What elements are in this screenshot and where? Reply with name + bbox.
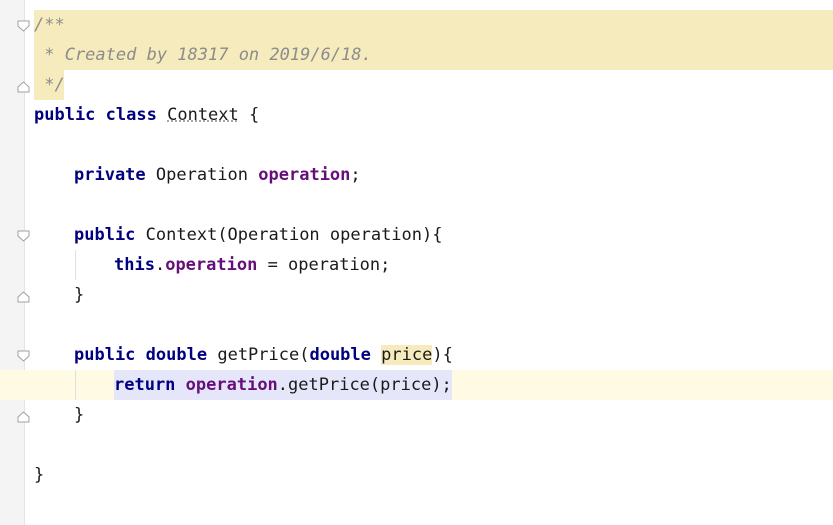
brace-close: } (74, 285, 85, 305)
doc-comment-text: * Created by 18317 on 2019/6/18. (34, 45, 372, 65)
field-reference: operation (185, 375, 278, 395)
code-line[interactable]: this.operation = operation; (0, 250, 833, 280)
semicolon: ; (350, 165, 361, 185)
code-line[interactable]: */ (0, 70, 833, 100)
param-name: price (381, 345, 433, 365)
brace-open: { (238, 105, 260, 125)
class-name: Context (167, 105, 239, 125)
param-type: double (309, 345, 371, 365)
keyword-double: double (145, 345, 208, 365)
code-line[interactable]: public double getPrice(double price){ (0, 340, 833, 370)
field-reference: operation (165, 255, 258, 275)
keyword-class: class (105, 105, 157, 125)
keyword-this: this (114, 255, 155, 275)
keyword-public: public (34, 105, 96, 125)
code-line[interactable]: /** (0, 10, 833, 40)
method-tail: ){ (432, 345, 453, 365)
code-line[interactable]: } (0, 460, 833, 490)
field-name: operation (258, 165, 351, 185)
field-type: Operation (155, 165, 249, 185)
code-line[interactable]: } (0, 400, 833, 430)
class-brace-close: } (34, 465, 45, 485)
constructor-signature: Context(Operation operation){ (145, 225, 443, 245)
keyword-public: public (74, 345, 136, 365)
return-rest: .getPrice(price); (277, 375, 452, 395)
keyword-private: private (74, 165, 146, 185)
doc-comment-close: */ (34, 75, 65, 95)
code-line[interactable]: public class Context { (0, 100, 833, 130)
code-line[interactable]: private Operation operation; (0, 160, 833, 190)
dot: . (154, 255, 166, 275)
code-line[interactable]: public Context(Operation operation){ (0, 220, 833, 250)
code-line[interactable]: * Created by 18317 on 2019/6/18. (0, 40, 833, 70)
keyword-return: return (114, 375, 176, 395)
doc-comment-open: /** (34, 15, 65, 35)
brace-close: } (74, 405, 85, 425)
assignment-rest: = operation; (257, 255, 391, 275)
keyword-public: public (74, 225, 136, 245)
code-line-current[interactable]: return operation.getPrice(price); (0, 370, 833, 400)
code-line[interactable]: } (0, 280, 833, 310)
method-name: getPrice( (217, 345, 310, 365)
